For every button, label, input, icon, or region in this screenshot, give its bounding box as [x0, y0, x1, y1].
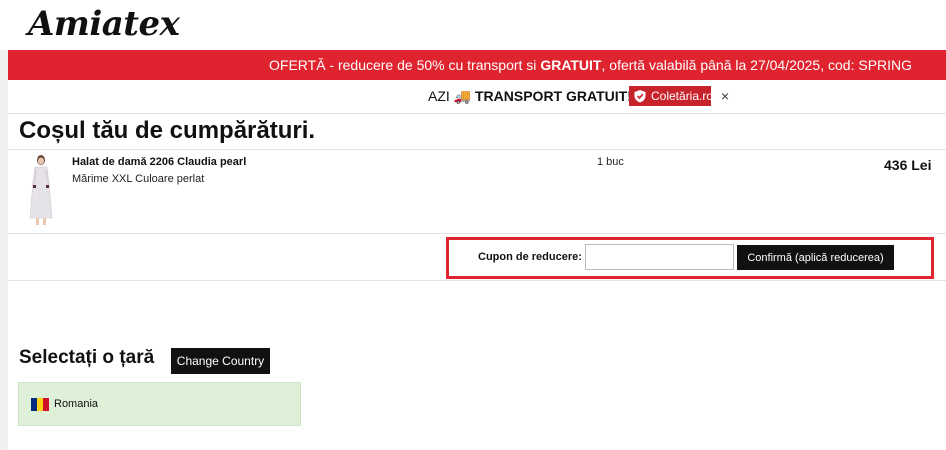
- country-name: Romania: [54, 398, 99, 410]
- coupon-divider: [8, 280, 946, 281]
- shield-icon: [633, 89, 647, 103]
- truck-icon: 🚚: [453, 88, 472, 104]
- coletaria-badge[interactable]: Coletăria.ro: [629, 86, 714, 106]
- shipping-text: AZI 🚚 TRANSPORT GRATUIT!: [428, 88, 632, 105]
- cart-divider: [8, 233, 946, 234]
- product-image[interactable]: [26, 154, 56, 226]
- close-icon[interactable]: ×: [721, 88, 729, 104]
- brand-logo[interactable]: Amiatex: [28, 4, 180, 44]
- promo-highlight: GRATUIT: [540, 57, 602, 73]
- change-country-button[interactable]: Change Country: [171, 348, 270, 374]
- selected-country-panel[interactable]: Romania: [18, 382, 301, 426]
- promo-prefix: OFERTĂ - reducere de 50% cu transport si: [269, 57, 541, 73]
- promo-text: OFERTĂ - reducere de 50% cu transport si…: [269, 57, 912, 73]
- country-heading: Selectați o țară: [19, 347, 155, 368]
- coupon-input[interactable]: [585, 244, 734, 270]
- apply-coupon-button[interactable]: Confirmă (aplică reducerea): [737, 245, 894, 270]
- coletaria-label: Coletăria.ro: [651, 89, 714, 103]
- romania-flag-icon: [31, 398, 49, 411]
- promo-banner: OFERTĂ - reducere de 50% cu transport si…: [8, 50, 946, 80]
- shipping-bold-text: TRANSPORT GRATUIT!: [475, 88, 632, 104]
- product-price: 436 Lei: [884, 157, 932, 173]
- promo-suffix: , ofertă valabilă până la 27/04/2025, co…: [601, 57, 913, 73]
- flag-stripe: [43, 398, 49, 411]
- coupon-label: Cupon de reducere:: [478, 251, 582, 263]
- free-shipping-bar: AZI 🚚 TRANSPORT GRATUIT! Coletăria.ro ×: [8, 80, 946, 114]
- cart-divider: [8, 149, 946, 150]
- product-variant: Mărime XXL Culoare perlat: [72, 173, 205, 185]
- product-quantity: 1 buc: [597, 156, 624, 168]
- shipping-prefix: AZI: [428, 88, 454, 104]
- left-page-rule: [0, 50, 8, 450]
- page-title: Coșul tău de cumpărături.: [19, 117, 316, 144]
- product-name[interactable]: Halat de damă 2206 Claudia pearl: [72, 156, 246, 168]
